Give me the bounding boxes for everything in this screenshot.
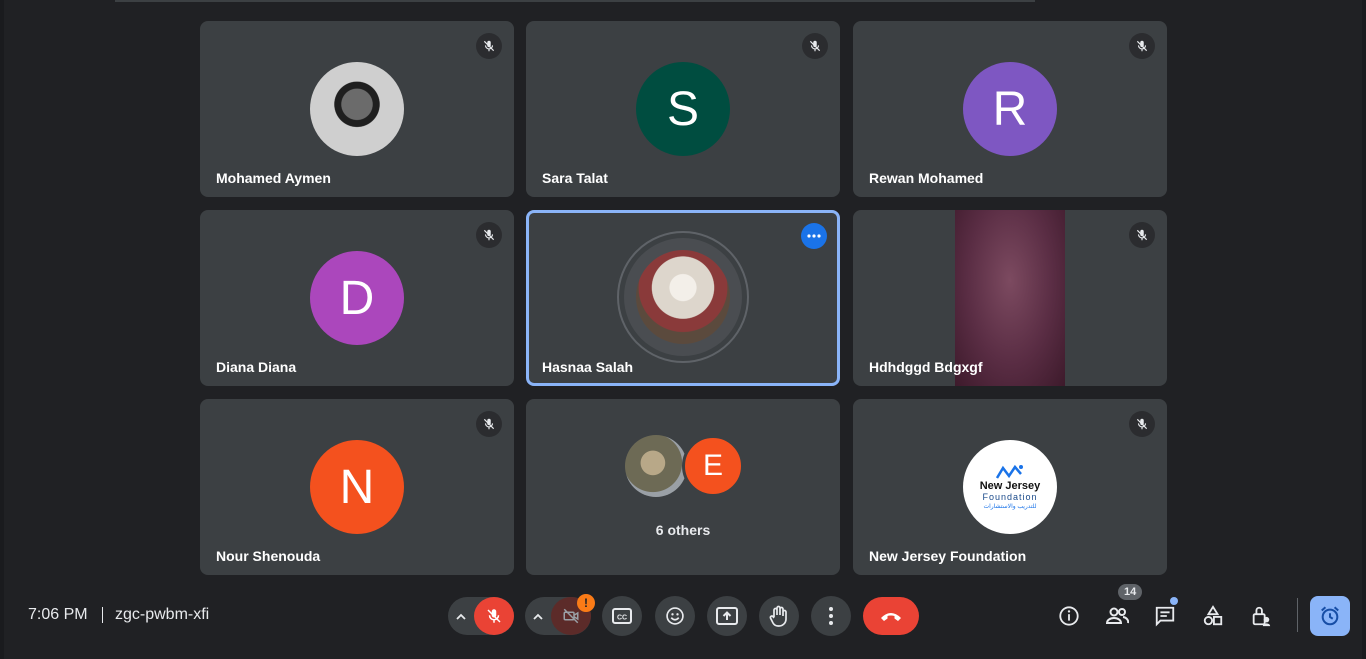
camera-off-icon — [563, 608, 579, 624]
timer-button[interactable] — [1310, 596, 1350, 636]
meeting-code: zgc-pwbm-xfi — [115, 606, 210, 623]
mic-off-icon — [487, 609, 501, 623]
participant-name: Sara Talat — [542, 170, 608, 186]
present-to-all-icon — [716, 607, 738, 625]
participant-name: Nour Shenouda — [216, 548, 321, 564]
chat-button[interactable] — [1148, 599, 1182, 633]
emoji-icon — [666, 607, 684, 625]
participant-tile-hdhdggd-bdgxgf[interactable]: Hdhdggd Bdgxgf — [853, 210, 1167, 386]
call-end-icon — [881, 613, 901, 621]
mic-off-icon — [1129, 222, 1155, 248]
logo-subtitle: Foundation — [982, 491, 1038, 502]
participant-photo — [625, 435, 687, 497]
mic-off-icon — [1129, 33, 1155, 59]
participant-photo — [310, 62, 404, 156]
reactions-button[interactable] — [655, 596, 695, 636]
raise-hand-button[interactable] — [759, 596, 799, 636]
audio-options-chevron-icon[interactable] — [448, 613, 474, 620]
participant-name: Rewan Mohamed — [869, 170, 984, 186]
participant-name: Mohamed Aymen — [216, 170, 331, 186]
leave-call-button[interactable] — [863, 597, 919, 635]
participant-avatar: E — [682, 435, 744, 497]
closed-captions-icon: CC — [612, 608, 632, 624]
mic-off-icon — [476, 411, 502, 437]
participant-tile-mohamed-aymen[interactable]: Mohamed Aymen — [200, 21, 514, 197]
microphone-toggle-button[interactable] — [474, 597, 514, 635]
current-time: 7:06 PM — [28, 606, 88, 623]
people-button[interactable] — [1100, 599, 1134, 633]
participant-tile-hasnaa-salah[interactable]: Hasnaa Salah — [526, 210, 840, 386]
window-right-edge — [1362, 0, 1366, 659]
activities-button[interactable] — [1196, 599, 1230, 633]
time-divider — [102, 607, 103, 623]
participant-avatar: D — [310, 251, 404, 345]
chat-icon — [1155, 606, 1175, 627]
participant-tile-diana-diana[interactable]: D Diana Diana — [200, 210, 514, 386]
mic-off-icon — [476, 222, 502, 248]
organization-logo: New Jersey Foundation للتدريب والاستشارا… — [963, 440, 1057, 534]
mic-off-icon — [802, 33, 828, 59]
microphone-control — [448, 597, 514, 635]
mic-off-icon — [1129, 411, 1155, 437]
alarm-icon — [1321, 606, 1339, 626]
participant-avatar: S — [636, 62, 730, 156]
logo-mark-icon — [995, 464, 1023, 479]
participant-name: Diana Diana — [216, 359, 297, 375]
logo-title: New Jersey — [979, 479, 1041, 492]
mic-off-icon — [476, 33, 502, 59]
info-icon — [1059, 606, 1079, 626]
camera-warning-badge: ! — [577, 594, 595, 612]
window-top-edge — [115, 0, 1035, 2]
participant-avatar: R — [963, 62, 1057, 156]
meeting-control-bar: 7:06 PM zgc-pwbm-xfi ! CC 14 — [0, 584, 1366, 644]
window-left-edge — [0, 0, 4, 659]
more-options-button[interactable] — [801, 223, 827, 249]
others-count-label: 6 others — [655, 522, 711, 538]
svg-text:CC: CC — [617, 615, 627, 622]
present-screen-button[interactable] — [707, 596, 747, 636]
participant-tile-sara-talat[interactable]: S Sara Talat — [526, 21, 840, 197]
participant-photo — [636, 250, 730, 344]
participant-name: New Jersey Foundation — [869, 548, 1027, 564]
speaking-indicator-ring — [617, 231, 749, 363]
hand-icon — [769, 605, 787, 627]
participant-tile-nour-shenouda[interactable]: N Nour Shenouda — [200, 399, 514, 575]
participant-tile-rewan-mohamed[interactable]: R Rewan Mohamed — [853, 21, 1167, 197]
others-avatars: E — [625, 435, 745, 497]
host-controls-button[interactable] — [1244, 599, 1278, 633]
logo-tagline: للتدريب والاستشارات — [983, 503, 1037, 510]
participant-count-badge: 14 — [1118, 584, 1143, 600]
shapes-icon — [1203, 605, 1223, 626]
captions-button[interactable]: CC — [602, 596, 642, 636]
toolbar-separator — [1297, 598, 1298, 632]
more-options-button[interactable] — [811, 596, 851, 636]
participant-name: Hasnaa Salah — [542, 359, 634, 375]
participant-name: Hdhdggd Bdgxgf — [869, 359, 983, 375]
others-tile[interactable]: E 6 others — [526, 399, 840, 575]
meeting-details-button[interactable] — [1052, 599, 1086, 633]
participant-avatar: N — [310, 440, 404, 534]
more-vert-icon — [829, 607, 833, 625]
lock-person-icon — [1252, 606, 1271, 627]
people-icon — [1105, 607, 1129, 624]
participant-tile-new-jersey-foundation[interactable]: New Jersey Foundation للتدريب والاستشارا… — [853, 399, 1167, 575]
video-options-chevron-icon[interactable] — [525, 613, 551, 620]
